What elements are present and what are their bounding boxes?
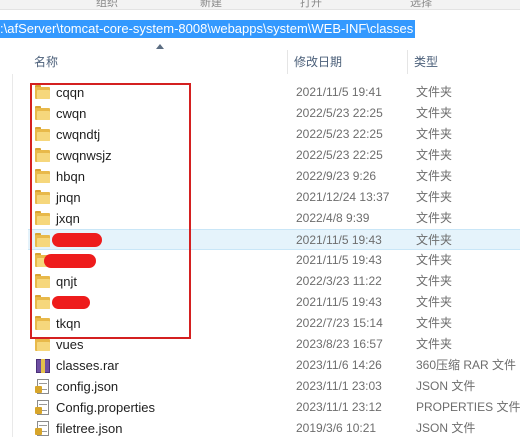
file-modified-date: 2021/11/5 19:43 (296, 233, 382, 247)
file-modified-date: 2019/3/6 10:21 (296, 421, 377, 435)
file-modified-date: 2022/7/23 15:14 (296, 316, 383, 330)
navigation-pane-edge[interactable] (0, 50, 13, 437)
redaction-mark (44, 254, 96, 268)
file-name: classes.rar (56, 358, 119, 373)
column-header-row: 名称 修改日期 类型 (0, 50, 520, 74)
file-type: 文件夹 (416, 127, 453, 141)
file-type: JSON 文件 (416, 421, 476, 435)
file-modified-date: 2022/5/23 22:25 (296, 127, 383, 141)
document-icon (35, 421, 51, 436)
file-type: 文件夹 (416, 316, 453, 330)
ribbon-group-open[interactable]: 打开 (300, 0, 322, 9)
file-modified-date: 2021/11/5 19:43 (296, 253, 382, 267)
ribbon-group-select[interactable]: 选择 (410, 0, 432, 9)
document-icon (35, 379, 51, 394)
ribbon-strip: 组织 新建 打开 选择 (0, 0, 520, 10)
file-row[interactable]: filetree.json 2019/3/6 10:21 JSON 文件 (28, 418, 520, 437)
file-modified-date: 2023/8/23 16:57 (296, 337, 383, 351)
archive-icon (35, 358, 51, 373)
file-type: 文件夹 (416, 295, 453, 309)
file-type: 文件夹 (416, 211, 453, 225)
column-header-type[interactable]: 类型 (408, 50, 520, 74)
file-modified-date: 2021/11/5 19:43 (296, 295, 382, 309)
file-name: Config.properties (56, 400, 155, 415)
file-modified-date: 2023/11/1 23:12 (296, 400, 382, 414)
file-type: JSON 文件 (416, 379, 476, 393)
ribbon-group-new[interactable]: 新建 (200, 0, 222, 9)
file-type: PROPERTIES 文件 (416, 400, 520, 414)
file-modified-date: 2022/9/23 9:26 (296, 169, 377, 183)
document-icon (35, 400, 51, 415)
sort-ascending-icon (156, 44, 164, 49)
file-type: 文件夹 (416, 85, 453, 99)
file-type: 文件夹 (416, 106, 453, 120)
file-name: filetree.json (56, 421, 123, 436)
file-name: config.json (56, 379, 119, 394)
file-modified-date: 2021/12/24 13:37 (296, 190, 390, 204)
column-header-date[interactable]: 修改日期 (288, 50, 408, 74)
file-modified-date: 2022/3/23 11:22 (296, 274, 382, 288)
file-modified-date: 2022/5/23 22:25 (296, 148, 383, 162)
address-bar[interactable]: :\afServer\tomcat-core-system-8008\webap… (0, 10, 520, 50)
file-type: 文件夹 (416, 253, 453, 267)
file-modified-date: 2023/11/1 23:03 (296, 379, 382, 393)
file-modified-date: 2021/11/5 19:41 (296, 85, 382, 99)
file-modified-date: 2022/5/23 22:25 (296, 106, 383, 120)
address-path-input[interactable]: :\afServer\tomcat-core-system-8008\webap… (0, 20, 416, 38)
file-type: 360压缩 RAR 文件 (416, 358, 517, 372)
column-header-name[interactable]: 名称 (28, 50, 288, 74)
redaction-mark (52, 296, 90, 309)
file-row[interactable]: config.json 2023/11/1 23:03 JSON 文件 (28, 376, 520, 397)
file-row[interactable]: Config.properties 2023/11/1 23:12 PROPERTI… (28, 397, 520, 418)
file-row[interactable]: classes.rar 2023/11/6 14:26 360压缩 RAR 文件 (28, 355, 520, 376)
file-type: 文件夹 (416, 233, 453, 247)
file-modified-date: 2022/4/8 9:39 (296, 211, 370, 225)
redaction-mark (52, 233, 102, 247)
file-type: 文件夹 (416, 190, 453, 204)
folder-icon (35, 337, 51, 352)
file-type: 文件夹 (416, 337, 453, 351)
file-type: 文件夹 (416, 148, 453, 162)
file-type: 文件夹 (416, 274, 453, 288)
file-type: 文件夹 (416, 169, 453, 183)
ribbon-group-organize[interactable]: 组织 (96, 0, 118, 9)
file-modified-date: 2023/11/6 14:26 (296, 358, 382, 372)
